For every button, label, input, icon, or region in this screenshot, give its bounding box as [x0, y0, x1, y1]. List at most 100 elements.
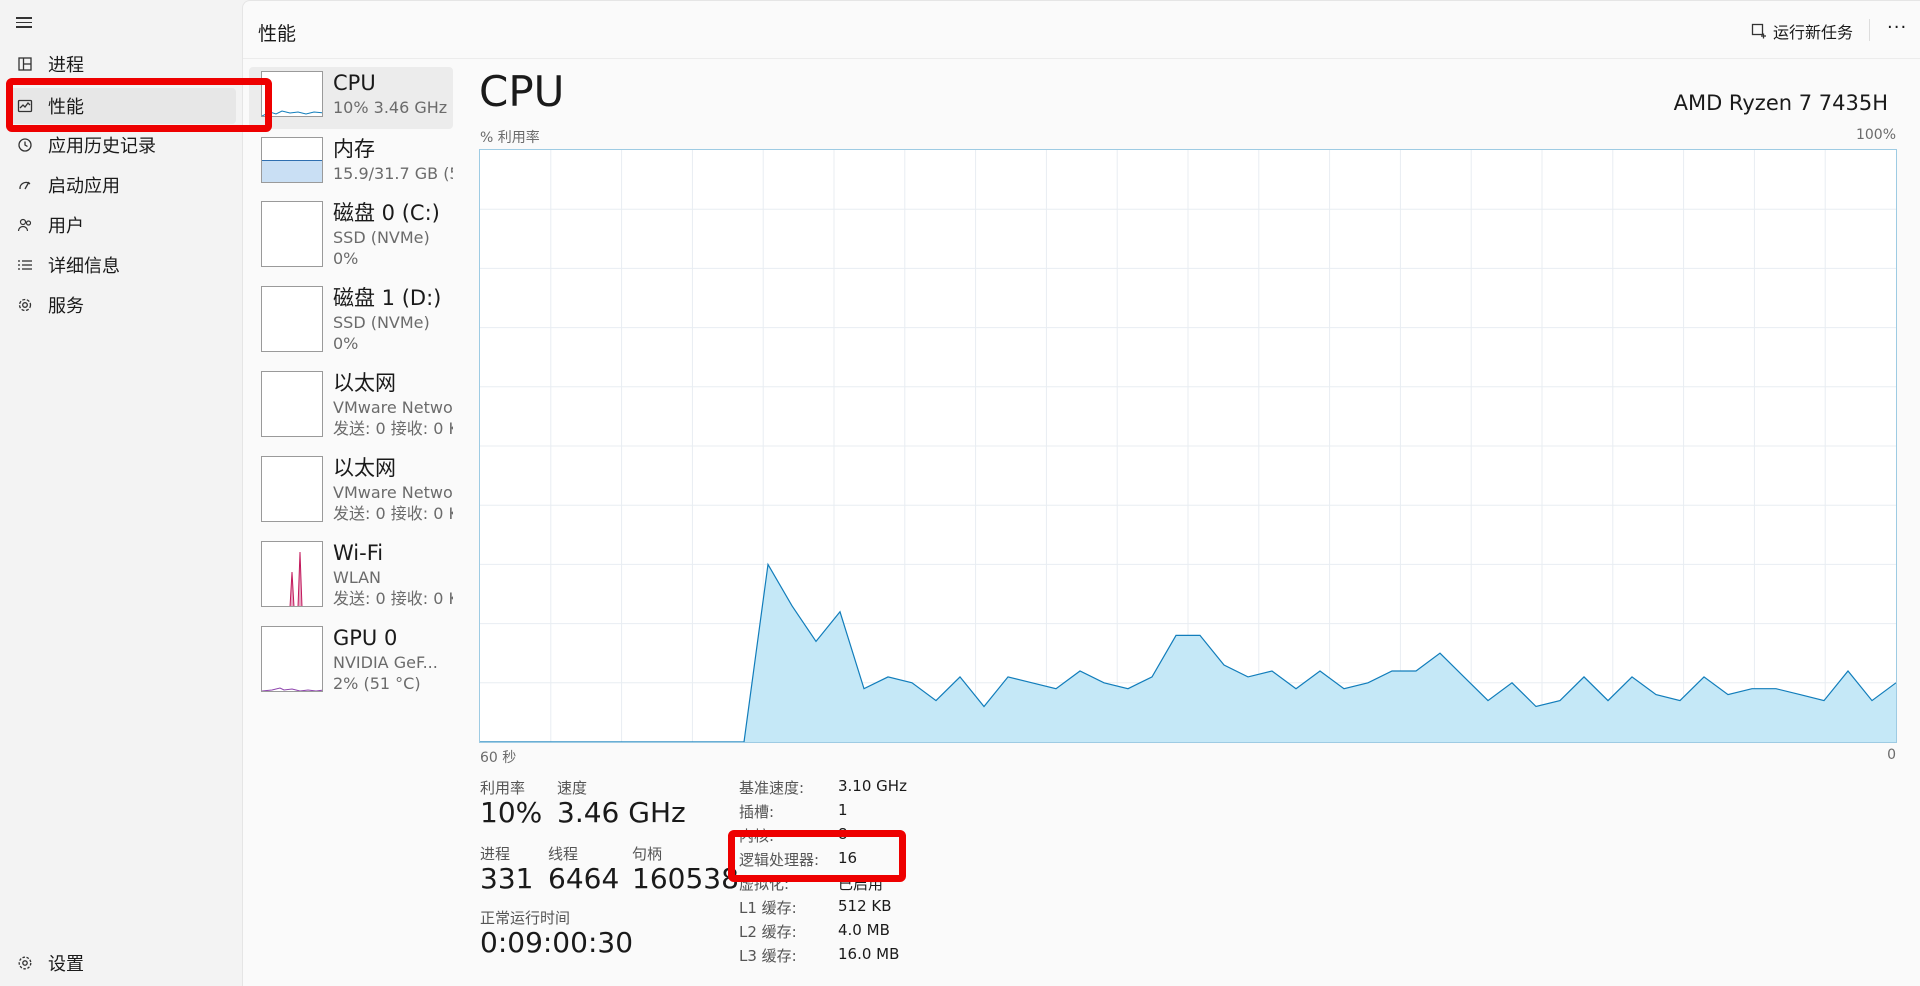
resource-name: 磁盘 0 (C:) — [333, 201, 440, 225]
stat-value-processes: 331 — [480, 862, 534, 895]
page-title: 性能 — [258, 23, 297, 45]
nav-item-users[interactable]: 用户 — [6, 207, 236, 243]
resource-sub: 10% 3.46 GHz — [333, 98, 448, 117]
resource-item-wifi[interactable]: Wi-Fi WLAN 发送: 0 接收: 0 Kbps — [249, 537, 453, 615]
resource-sub: VMware Network — [333, 398, 453, 417]
resource-item-disk0[interactable]: 磁盘 0 (C:) SSD (NVMe) 0% — [249, 197, 453, 275]
spec-value-l2-cache: 4.0 MB — [838, 921, 890, 939]
spec-key-sockets: 插槽: — [739, 803, 775, 821]
nav-label-services: 服务 — [48, 296, 84, 317]
resource-sub2: 发送: 0 接收: 0 Kbps — [333, 504, 453, 523]
resource-item-cpu[interactable]: CPU 10% 3.46 GHz — [249, 67, 453, 129]
task-manager-window: 进程 性能 应用历史记录 启动应用 用户 详细信息 服务 设置 性能 运行新任务… — [0, 0, 1920, 986]
resource-name: 磁盘 1 (D:) — [333, 286, 442, 310]
resource-sub: NVIDIA GeF... — [333, 653, 438, 672]
nav-label-users: 用户 — [48, 216, 84, 237]
resource-text: 磁盘 0 (C:) SSD (NVMe) 0% — [333, 197, 440, 275]
resource-sub: WLAN — [333, 568, 382, 587]
cpu-usage-chart — [480, 150, 1897, 743]
resource-sub: VMware Network — [333, 483, 453, 502]
nav-label-settings: 设置 — [48, 954, 84, 975]
resource-name: 内存 — [333, 137, 375, 161]
resource-text: GPU 0 NVIDIA GeF... 2% (51 °C) — [333, 622, 438, 700]
stat-value-handles: 160538 — [632, 862, 739, 895]
stat-label-threads: 线程 — [548, 845, 579, 863]
nav-item-processes[interactable]: 进程 — [6, 46, 236, 82]
resource-sub2: 0% — [333, 249, 359, 268]
wifi-thumbnail — [261, 541, 323, 607]
resource-sub: 15.9/31.7 GB (50%) — [333, 164, 453, 183]
run-new-task-button[interactable]: 运行新任务 — [1751, 19, 1853, 43]
history-icon — [16, 136, 34, 154]
spec-key-base-speed: 基准速度: — [739, 779, 805, 797]
spec-value-l1-cache: 512 KB — [838, 897, 892, 915]
graph-label-now: 0 — [1887, 747, 1896, 763]
stat-value-utilization: 10% — [480, 796, 543, 829]
spec-key-l1-cache: L1 缓存: — [739, 899, 797, 917]
ethernet2-thumbnail — [261, 456, 323, 522]
nav-label-processes: 进程 — [48, 55, 84, 76]
services-icon — [16, 296, 34, 314]
resource-sub: SSD (NVMe) — [333, 228, 430, 247]
resource-sub: SSD (NVMe) — [333, 313, 430, 332]
more-options-button[interactable]: ··· — [1887, 17, 1907, 38]
cpu-model: AMD Ryzen 7 7435H — [1673, 91, 1888, 115]
header-divider — [1869, 19, 1870, 41]
resource-item-gpu0[interactable]: GPU 0 NVIDIA GeF... 2% (51 °C) — [249, 622, 453, 700]
stat-label-speed: 速度 — [557, 779, 588, 797]
resource-text: 磁盘 1 (D:) SSD (NVMe) 0% — [333, 282, 441, 360]
memory-fill — [262, 160, 322, 182]
stat-label-utilization: 利用率 — [480, 779, 526, 797]
resource-item-ethernet-1[interactable]: 以太网 VMware Network 发送: 0 接收: 0 Kbps — [249, 367, 453, 445]
highlight-box-logical-processors — [728, 830, 906, 882]
spec-value-base-speed: 3.10 GHz — [838, 777, 907, 795]
resource-sub2: 发送: 0 接收: 0 Kbps — [333, 419, 453, 438]
graph-label-time-span: 60 秒 — [480, 750, 517, 766]
gpu-thumbnail — [261, 626, 323, 692]
header-bar: 性能 运行新任务 ··· — [243, 1, 1920, 59]
graph-label-utilization: % 利用率 — [480, 130, 540, 146]
nav-item-settings[interactable]: 设置 — [6, 945, 236, 981]
resource-name: CPU — [333, 71, 376, 95]
resource-item-disk1[interactable]: 磁盘 1 (D:) SSD (NVMe) 0% — [249, 282, 453, 360]
stat-label-processes: 进程 — [480, 845, 511, 863]
nav-label-app-history: 应用历史记录 — [48, 136, 156, 157]
disk0-thumbnail — [261, 201, 323, 267]
stat-value-uptime: 0:09:00:30 — [480, 926, 634, 959]
startup-icon — [16, 176, 34, 194]
spec-key-l2-cache: L2 缓存: — [739, 923, 797, 941]
nav-label-details: 详细信息 — [48, 256, 120, 277]
resource-text: CPU 10% 3.46 GHz — [333, 67, 447, 129]
menu-icon[interactable] — [16, 14, 34, 32]
nav-pane: 进程 性能 应用历史记录 启动应用 用户 详细信息 服务 设置 — [0, 0, 242, 986]
details-icon — [16, 256, 34, 274]
run-task-icon — [1751, 23, 1767, 39]
resource-text: 内存 15.9/31.7 GB (50%) — [333, 133, 453, 193]
stat-value-threads: 6464 — [548, 862, 620, 895]
detail-title: CPU — [479, 67, 565, 116]
ethernet1-thumbnail — [261, 371, 323, 437]
spec-key-l3-cache: L3 缓存: — [739, 947, 797, 965]
highlight-box-performance — [6, 78, 272, 132]
disk1-thumbnail — [261, 286, 323, 352]
main-pane: 性能 运行新任务 ··· CPU 10% 3.46 GHz 内存 15.9/31… — [242, 0, 1920, 986]
resource-item-ethernet-2[interactable]: 以太网 VMware Network 发送: 0 接收: 0 Kbps — [249, 452, 453, 530]
nav-item-details[interactable]: 详细信息 — [6, 247, 236, 283]
resource-name: 以太网 — [333, 456, 396, 480]
users-icon — [16, 216, 34, 234]
resource-item-memory[interactable]: 内存 15.9/31.7 GB (50%) — [249, 133, 453, 193]
resource-text: 以太网 VMware Network 发送: 0 接收: 0 Kbps — [333, 452, 453, 530]
nav-item-app-history[interactable]: 应用历史记录 — [6, 127, 236, 163]
processes-icon — [16, 55, 34, 73]
spec-value-l3-cache: 16.0 MB — [838, 945, 900, 963]
resource-text: 以太网 VMware Network 发送: 0 接收: 0 Kbps — [333, 367, 453, 445]
memory-thumbnail — [261, 137, 323, 183]
nav-label-startup: 启动应用 — [48, 176, 120, 197]
resource-name: Wi-Fi — [333, 541, 384, 565]
nav-item-startup[interactable]: 启动应用 — [6, 167, 236, 203]
resource-sub2: 0% — [333, 334, 359, 353]
nav-item-services[interactable]: 服务 — [6, 287, 236, 323]
resource-sub2: 2% (51 °C) — [333, 674, 421, 693]
stat-value-speed: 3.46 GHz — [557, 796, 686, 829]
graph-label-max: 100% — [1855, 127, 1896, 143]
